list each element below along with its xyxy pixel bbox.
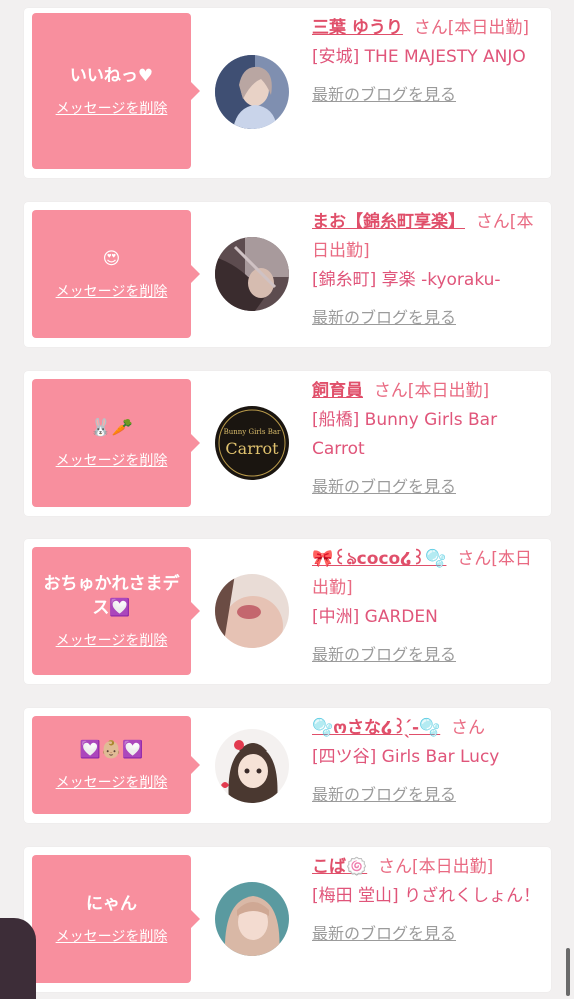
message-list: いいねっ♥ メッセージを削除 三葉 ゆうり さん[本日出勤] [安城] THE …	[0, 0, 574, 999]
cast-status: さん[本日出勤]	[413, 18, 529, 38]
avatar[interactable]	[215, 55, 289, 129]
latest-blog-link[interactable]: 最新のブログを見る	[312, 780, 456, 809]
list-item: にゃん メッセージを削除 こば🍥 さん[本日出勤] [梅田 堂山] りざれくしょ…	[24, 847, 551, 992]
message-text: いいねっ♥	[69, 66, 154, 86]
bunny-girls-bar-logo-icon: Bunny Girls Bar Carrot	[215, 406, 289, 480]
latest-blog-link[interactable]: 最新のブログを見る	[312, 303, 456, 332]
list-item: いいねっ♥ メッセージを削除 三葉 ゆうり さん[本日出勤] [安城] THE …	[24, 8, 551, 178]
avatar[interactable]	[215, 237, 289, 311]
avatar[interactable]	[215, 729, 289, 803]
message-bubble: いいねっ♥ メッセージを削除	[32, 13, 200, 169]
message-text: 🐰🥕	[90, 418, 133, 438]
message-text: おちゅかれさまデス💟	[43, 574, 180, 618]
shop-name: [四ツ谷] Girls Bar Lucy	[312, 747, 500, 767]
cast-name-link[interactable]: まお【錦糸町享楽】	[312, 212, 465, 232]
shop-name: [船橋] Bunny Girls Bar Carrot	[312, 410, 498, 459]
delete-message-link[interactable]: メッセージを削除	[56, 450, 168, 470]
delete-message-link[interactable]: メッセージを削除	[56, 630, 168, 650]
cast-name-link[interactable]: 🎀꒰ঌcoco໒꒱🫧	[312, 549, 446, 569]
message-text: にゃん	[86, 894, 137, 914]
scrollbar[interactable]	[566, 948, 570, 996]
list-item: 😍 メッセージを削除 まお【錦糸町享楽】 さん[本日出勤] [錦糸町] 享楽 -…	[24, 202, 551, 347]
cast-status: さん	[451, 718, 486, 738]
delete-message-link[interactable]: メッセージを削除	[56, 772, 168, 792]
list-item: 💟👶🏼💟 メッセージを削除 🫧ოさな໒꒱ ̖́-🫧 さん [四ツ谷] Girls…	[24, 708, 551, 823]
latest-blog-link[interactable]: 最新のブログを見る	[312, 919, 456, 948]
woman-photo-avatar-icon	[215, 237, 289, 311]
latest-blog-link[interactable]: 最新のブログを見る	[312, 640, 456, 669]
logo-top-text: Bunny Girls Bar	[224, 428, 281, 436]
message-bubble: 🐰🥕 メッセージを削除	[32, 379, 200, 507]
logo-main-text: Carrot	[225, 439, 279, 458]
message-bubble: 💟👶🏼💟 メッセージを削除	[32, 716, 200, 814]
cast-info: まお【錦糸町享楽】 さん[本日出勤] [錦糸町] 享楽 -kyoraku- 最新…	[312, 208, 546, 333]
cast-name-link[interactable]: 三葉 ゆうり	[312, 18, 403, 38]
cast-status: さん[本日出勤]	[373, 381, 490, 401]
shop-name: [安城] THE MAJESTY ANJO	[312, 47, 526, 67]
latest-blog-link[interactable]: 最新のブログを見る	[312, 472, 456, 501]
avatar[interactable]	[215, 882, 289, 956]
woman-photo-avatar-icon	[215, 574, 289, 648]
message-bubble: にゃん メッセージを削除	[32, 855, 200, 983]
cast-info: 🫧ოさな໒꒱ ̖́-🫧 さん [四ツ谷] Girls Bar Lucy 最新のブ…	[312, 714, 546, 810]
message-text: 😍	[102, 249, 121, 269]
delete-message-link[interactable]: メッセージを削除	[56, 98, 168, 118]
message-bubble: 😍 メッセージを削除	[32, 210, 200, 338]
floating-button[interactable]	[0, 918, 36, 999]
cast-info: 🎀꒰ঌcoco໒꒱🫧 さん[本日出勤] [中洲] GARDEN 最新のブログを見…	[312, 545, 546, 670]
message-text: 💟👶🏼💟	[79, 740, 144, 760]
cast-info: 飼育員 さん[本日出勤] [船橋] Bunny Girls Bar Carrot…	[312, 377, 546, 502]
avatar[interactable]	[215, 574, 289, 648]
cast-info: こば🍥 さん[本日出勤] [梅田 堂山] りざれくしょん！ 最新のブログを見る	[312, 853, 546, 949]
avatar[interactable]: Bunny Girls Bar Carrot	[215, 406, 289, 480]
cast-name-link[interactable]: 🫧ოさな໒꒱ ̖́-🫧	[312, 718, 440, 738]
cast-name-link[interactable]: こば🍥	[312, 857, 367, 877]
shop-name: [梅田 堂山] りざれくしょん！	[312, 886, 541, 906]
delete-message-link[interactable]: メッセージを削除	[56, 926, 168, 946]
list-item: 🐰🥕 メッセージを削除 Bunny Girls Bar Carrot 飼育員 さ…	[24, 371, 551, 516]
latest-blog-link[interactable]: 最新のブログを見る	[312, 80, 456, 109]
message-bubble: おちゅかれさまデス💟 メッセージを削除	[32, 547, 200, 675]
delete-message-link[interactable]: メッセージを削除	[56, 281, 168, 301]
anime-girl-avatar-icon	[215, 729, 289, 803]
cast-status: さん[本日出勤]	[377, 857, 494, 877]
shop-name: [錦糸町] 享楽 -kyoraku-	[312, 270, 501, 290]
list-item: おちゅかれさまデス💟 メッセージを削除 🎀꒰ঌcoco໒꒱🫧 さん[本日出勤] …	[24, 539, 551, 684]
shop-name: [中洲] GARDEN	[312, 607, 438, 627]
cast-name-link[interactable]: 飼育員	[312, 381, 363, 401]
cast-info: 三葉 ゆうり さん[本日出勤] [安城] THE MAJESTY ANJO 最新…	[312, 14, 546, 110]
woman-photo-avatar-icon	[215, 55, 289, 129]
woman-photo-avatar-icon	[215, 882, 289, 956]
